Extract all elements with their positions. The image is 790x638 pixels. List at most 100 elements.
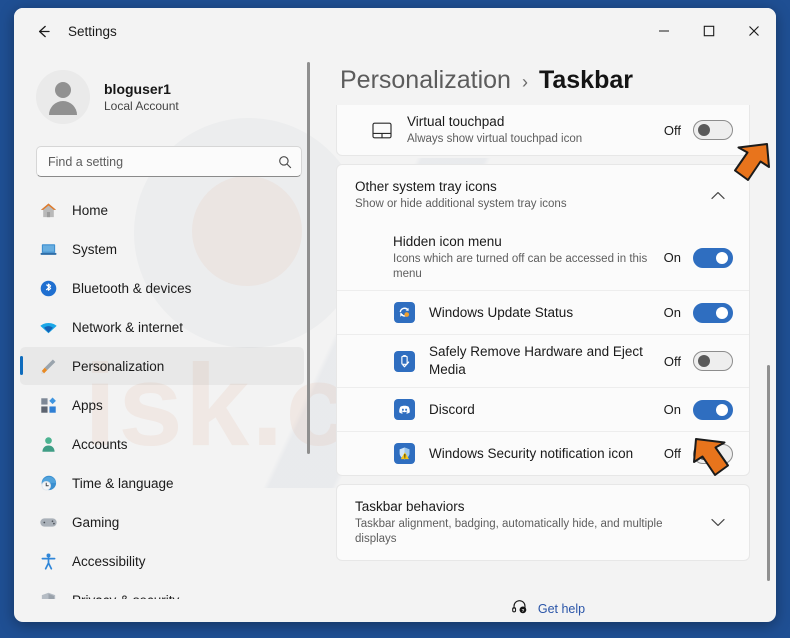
sidebar-scrollbar[interactable] [307,62,310,454]
get-help-link[interactable]: Get help [538,602,585,616]
sidebar-item-label: System [72,241,118,257]
breadcrumb-current: Taskbar [538,66,633,94]
search-input[interactable] [48,154,278,169]
sidebar-item-gaming[interactable]: Gaming [20,503,304,541]
sidebar-item-accounts[interactable]: Accounts [20,425,304,463]
search-box[interactable] [36,146,302,177]
row-subtitle: Icons which are turned off can be access… [393,253,648,280]
virtual-touchpad-row[interactable]: Virtual touchpad Always show virtual tou… [337,105,749,155]
sidebar-item-personalization[interactable]: Personalization [20,347,304,385]
windows-update-status-toggle[interactable] [693,302,733,323]
maximize-button[interactable] [686,8,731,54]
main-scrollbar[interactable] [767,365,770,581]
chevron-down-icon[interactable] [705,510,731,536]
expander-title: Other system tray icons [355,179,497,194]
sidebar-item-privacy-security[interactable]: Privacy & security [20,581,304,599]
row-subtitle: Always show virtual touchpad icon [407,133,583,145]
taskbar-behaviors-expander[interactable]: Taskbar behaviors Taskbar alignment, bad… [337,485,749,560]
usb-eject-icon [393,350,415,372]
expander-subtitle: Show or hide additional system tray icon… [355,198,567,210]
maximize-icon [703,25,714,37]
sidebar-item-label: Accounts [72,436,128,452]
user-avatar-icon [36,70,90,124]
main-content: Personalization › Taskbar Virtual touchp… [320,54,776,622]
account-name: bloguser1 [104,80,171,97]
virtual-touchpad-toggle[interactable] [693,120,733,140]
title-bar: Settings [14,8,776,54]
row-title: Hidden icon menu [393,234,502,249]
apps-grid-icon [38,395,58,415]
sidebar-item-system[interactable]: System [20,230,304,268]
windows-security-row[interactable]: Windows Security notification icon Off [337,431,749,475]
discord-state: On [663,402,681,417]
sidebar-item-time-language[interactable]: Time & language [20,464,304,502]
sidebar-item-apps[interactable]: Apps [20,386,304,424]
desktop-background: isk.com Settings bloguser1 Local Account… [0,0,790,638]
breadcrumb-separator: › [521,72,528,92]
minimize-icon [658,30,669,32]
expander-subtitle: Taskbar alignment, badging, automaticall… [355,518,663,545]
sidebar-item-label: Privacy & security [72,593,179,600]
window-controls [641,8,776,54]
windows-update-status-state: On [663,305,681,320]
svg-text:?: ? [521,608,524,614]
back-button[interactable] [26,16,60,46]
sidebar-item-network-internet[interactable]: Network & internet [20,308,304,346]
row-title: Safely Remove Hardware and Eject Media [429,344,643,377]
chevron-up-icon[interactable] [705,182,731,208]
sidebar: bloguser1 Local Account Find a setting H… [14,54,320,622]
settings-window: isk.com Settings bloguser1 Local Account… [14,8,776,622]
laptop-icon [38,239,58,259]
breadcrumb-root[interactable]: Personalization [340,66,511,95]
discord-toggle[interactable] [693,399,733,420]
sidebar-item-label: Bluetooth & devices [72,280,192,296]
safely-remove-hardware-state: Off [663,353,681,369]
row-title: Windows Security notification icon [429,445,634,461]
hidden-icon-menu-toggle[interactable] [693,247,733,268]
search-icon [279,155,292,168]
sidebar-item-label: Apps [72,397,103,413]
other-system-tray-icons-expander[interactable]: Other system tray icons Show or hide add… [337,165,749,225]
minimize-button[interactable] [641,8,686,54]
sidebar-item-accessibility[interactable]: Accessibility [20,542,304,580]
virtual-touchpad-card: Virtual touchpad Always show virtual tou… [336,105,750,156]
windows-security-state: Off [663,446,681,461]
windows-security-icon [393,443,415,465]
accessibility-person-icon [38,551,58,571]
gamepad-icon [38,512,58,532]
windows-security-toggle[interactable] [693,443,733,464]
safely-remove-hardware-row[interactable]: Safely Remove Hardware and Eject Media O… [337,334,749,387]
row-title: Virtual touchpad [407,114,505,129]
sidebar-item-bluetooth-devices[interactable]: Bluetooth & devices [20,269,304,307]
touchpad-icon [371,119,393,141]
wifi-icon [38,317,58,337]
breadcrumb: Personalization › Taskbar [336,54,776,105]
shield-icon [38,590,58,599]
windows-update-status-row[interactable]: Windows Update Status On [337,290,749,334]
sidebar-item-label: Accessibility [72,553,146,569]
sidebar-item-label: Gaming [72,514,120,530]
close-button[interactable] [731,8,776,54]
hidden-icon-menu-row[interactable]: Hidden icon menu Icons which are turned … [337,225,749,290]
account-type: Local Account [104,98,179,113]
windows-update-icon [393,302,415,324]
get-help-footer: ? Get help [320,598,776,620]
close-icon [748,26,759,36]
sidebar-nav: Home System Bluetooth & devices Network … [14,191,320,599]
sidebar-item-home[interactable]: Home [20,191,304,229]
discord-row[interactable]: Discord On [337,387,749,431]
person-icon [38,434,58,454]
bluetooth-icon [38,278,58,298]
back-arrow-icon [38,25,50,37]
row-title: Discord [429,401,475,417]
account-summary[interactable]: bloguser1 Local Account [14,58,320,130]
sidebar-item-label: Personalization [72,358,165,374]
sidebar-item-label: Home [72,202,109,218]
app-title: Settings [68,23,117,39]
headset-help-icon: ? [511,598,528,620]
sidebar-item-label: Time & language [72,475,174,491]
discord-icon [393,399,415,421]
home-icon [38,200,58,220]
virtual-touchpad-state: Off [663,122,681,138]
safely-remove-hardware-toggle[interactable] [693,351,733,371]
